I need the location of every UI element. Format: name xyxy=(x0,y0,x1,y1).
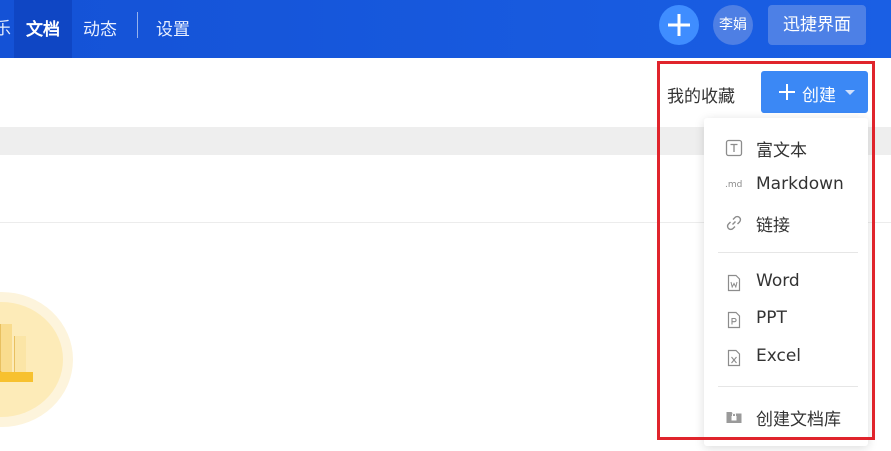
illustration-wedge xyxy=(0,364,2,372)
illustration-base xyxy=(0,372,33,382)
illustration-bar xyxy=(14,336,26,372)
plus-icon xyxy=(668,14,690,36)
avatar[interactable]: 李娟 xyxy=(713,5,753,45)
nav-divider xyxy=(137,12,138,38)
empty-state-illustration xyxy=(0,292,73,427)
nav-item-settings[interactable]: 设置 xyxy=(156,15,190,40)
highlight-box xyxy=(657,61,875,440)
nav-item-partial[interactable]: 乐 xyxy=(0,14,11,39)
nav-item-activity[interactable]: 动态 xyxy=(83,15,117,40)
nav-item-docs-label: 文档 xyxy=(26,20,60,40)
page: 乐 文档 动态 设置 李娟 迅捷界面 我的收藏 创建 富文本 .md Markd… xyxy=(0,0,891,451)
top-nav-bar: 乐 文档 动态 设置 李娟 迅捷界面 xyxy=(0,0,891,58)
nav-item-docs[interactable]: 文档 xyxy=(14,0,72,58)
quick-interface-button[interactable]: 迅捷界面 xyxy=(768,5,866,45)
add-button[interactable] xyxy=(659,5,699,45)
